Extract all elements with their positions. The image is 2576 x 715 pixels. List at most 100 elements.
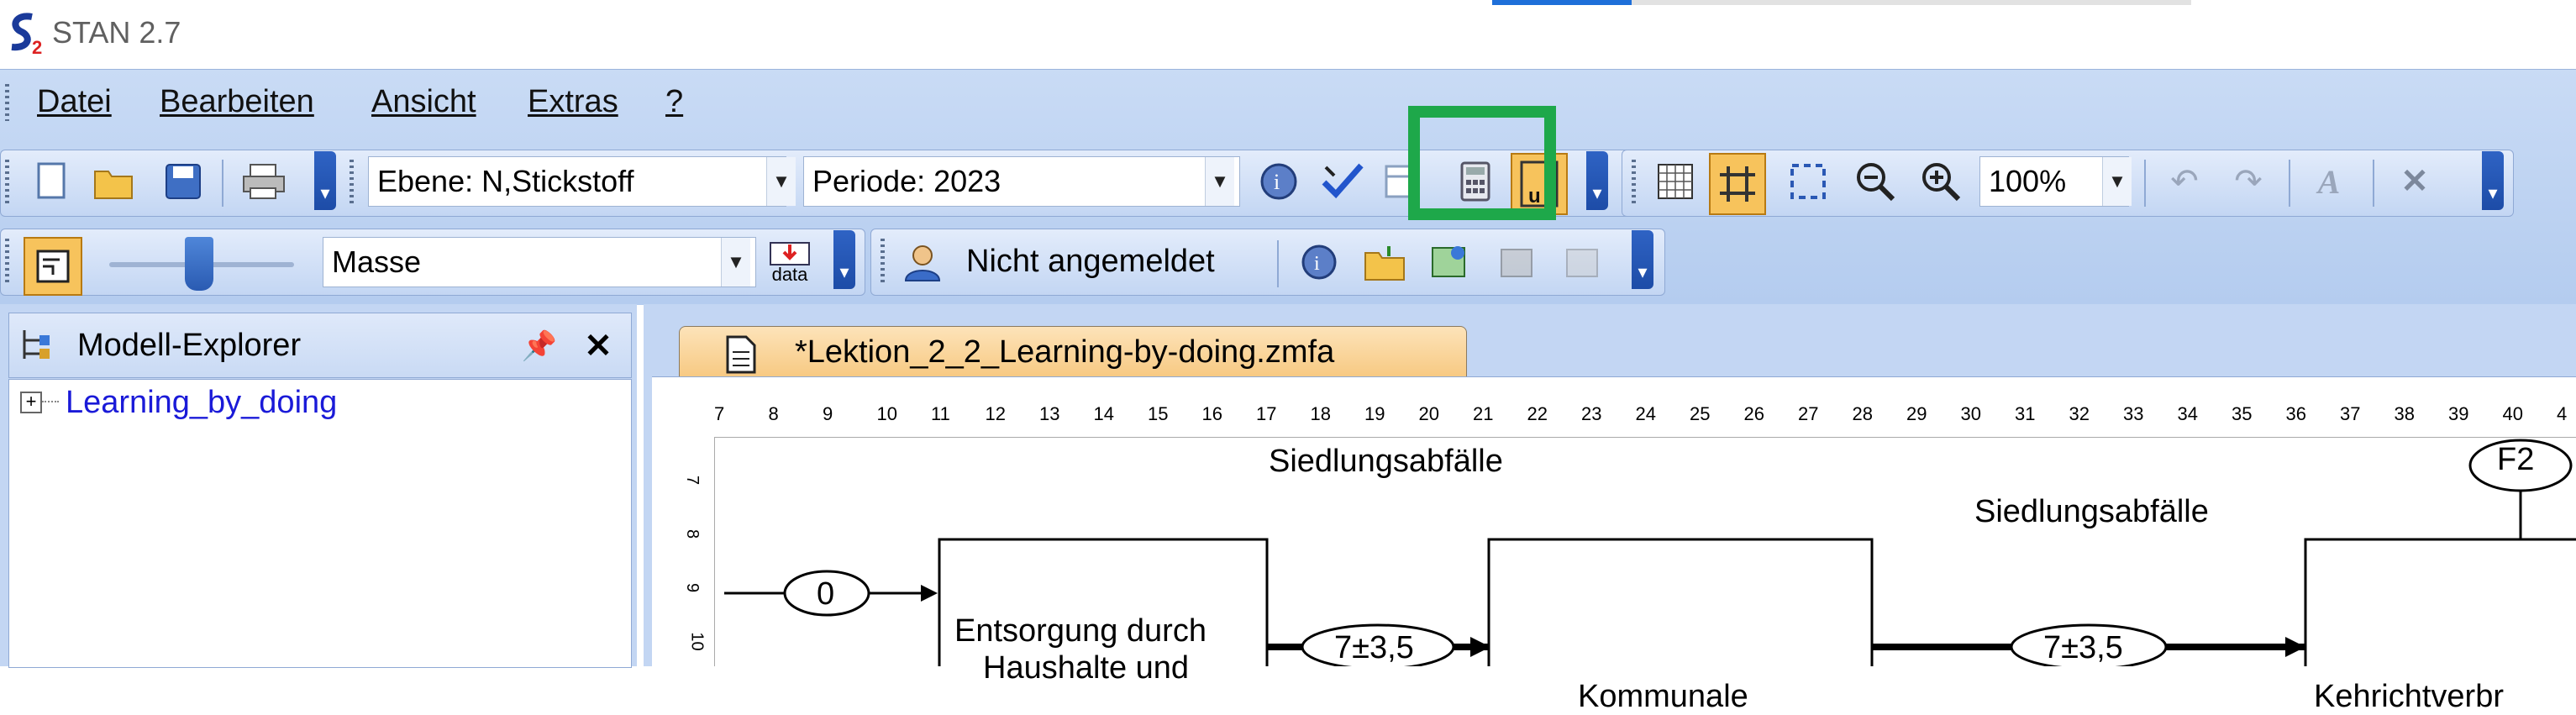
ruler-tick: 7 [714,403,725,424]
toolbar-overflow-button[interactable]: ▾ [1586,151,1608,210]
app-logo: 2 [7,12,49,58]
menu-grip[interactable] [5,84,9,121]
print-icon[interactable] [240,158,287,205]
ruler-tick: 34 [2177,403,2198,424]
toolbar-grip[interactable] [5,160,9,205]
chevron-down-icon[interactable]: ▼ [2102,157,2132,206]
explorer-tree [8,379,632,668]
vertical-ruler: 7 8 9 10 [679,437,715,666]
ruler-tick: 36 [2285,403,2306,424]
toolbar-grip[interactable] [1632,160,1636,205]
ruler-tick: 8 [768,403,779,424]
chevron-down-icon[interactable]: ▼ [766,157,796,206]
data-label: data [771,264,808,285]
ruler-tick: 23 [1581,403,1602,424]
save-icon[interactable] [160,158,207,205]
database-sync-icon[interactable] [1427,239,1474,286]
menu-datei[interactable]: Datei [37,84,112,120]
svg-text:i: i [1314,253,1320,275]
toolbar-separator [2373,160,2374,207]
document-tab-title[interactable]: *Lektion_2_2_Learning-by-doing.zmfa [795,334,1334,371]
label-siedlungsabfaelle-2: Siedlungsabfälle [1974,494,2209,529]
ruler-tick: 10 [687,632,707,651]
title-bar [0,0,2576,69]
process-3-label: Kehrichtverbr [2314,679,2504,714]
delete-icon[interactable]: ✕ [2391,158,2438,205]
menu-help[interactable]: ? [665,84,683,120]
ruler-tick: 26 [1743,403,1764,424]
menu-extras[interactable]: Extras [528,84,618,120]
lock-db-icon[interactable] [1494,239,1541,286]
toolbar-grip[interactable] [881,239,885,284]
periode-value: Periode: 2023 [812,164,1001,198]
snap-grid-icon[interactable] [1709,153,1766,215]
toolbar-overflow-button[interactable]: ▾ [1632,230,1653,289]
fit-to-page-icon[interactable] [1785,158,1832,205]
info-settings-icon[interactable]: i [1255,158,1302,205]
undo-icon[interactable]: ↶ [2161,158,2208,205]
redo-icon[interactable]: ↷ [2225,158,2272,205]
flow-view-icon[interactable] [24,237,82,296]
ebene-select[interactable]: Ebene: N,Stickstoff [368,156,786,207]
check-validate-icon[interactable] [1319,158,1366,205]
toolbar-overflow-button[interactable]: ▾ [2482,151,2504,210]
masse-select[interactable]: Masse [323,237,756,287]
info-icon[interactable]: i [1296,239,1343,286]
slider-thumb[interactable] [185,237,213,291]
zoom-in-icon[interactable] [1917,158,1964,205]
chevron-down-icon[interactable]: ▼ [721,238,750,287]
db-settings-icon[interactable] [1559,239,1606,286]
expand-icon[interactable]: + [20,392,42,413]
chevron-down-icon[interactable]: ▼ [1205,157,1234,206]
window-title: STAN 2.7 [52,15,181,50]
ruler-tick: 9 [683,582,702,593]
menu-ansicht[interactable]: Ansicht [371,84,476,120]
login-status[interactable]: Nicht angemeldet [966,244,1215,280]
ruler-tick: 37 [2340,403,2361,424]
import-data-icon[interactable]: data [766,239,813,286]
ruler-tick: 39 [2448,403,2469,424]
toolbar-grip[interactable] [5,239,9,284]
explorer-title: Modell-Explorer [77,328,302,363]
user-icon[interactable] [899,239,946,286]
ruler-tick: 28 [1852,403,1873,424]
ruler-tick: 4 [2557,403,2568,424]
flow-in-value: 0 [817,576,835,612]
tree-structure-icon [13,321,60,368]
tabstrip-active [1492,0,1632,5]
toolbar-overflow-button[interactable]: ▾ [314,151,336,210]
ruler-tick: 35 [2232,403,2253,424]
pin-icon[interactable]: 📌 [516,323,563,370]
ruler-tick: 25 [1690,403,1711,424]
ruler-tick: 38 [2394,403,2415,424]
ruler-tick: 29 [1906,403,1927,424]
process-box-3 [2304,538,2576,666]
toolbar-separator [2144,160,2146,207]
open-folder-icon[interactable] [91,158,138,205]
toolbar-separator [222,160,223,207]
text-style-icon[interactable]: A [2305,158,2353,205]
zoom-out-icon[interactable] [1852,158,1899,205]
close-icon[interactable]: ✕ [575,323,622,370]
grid-icon[interactable] [1652,158,1699,205]
ruler-tick: 17 [1256,403,1277,424]
ruler-tick: 30 [1960,403,1981,424]
toolbar-separator [1277,240,1279,287]
ruler-tick: 13 [1039,403,1060,424]
periode-select[interactable]: Periode: 2023 [803,156,1240,207]
tree-item-root[interactable]: Learning_by_doing [66,385,337,421]
menu-bearbeiten[interactable]: Bearbeiten [160,84,314,120]
zoom-value: 100% [1989,164,2067,198]
flow-1-value: 7±3,5 [1334,630,1414,665]
ruler-tick: 15 [1148,403,1169,424]
process-box-2 [1487,538,1874,666]
folder-upload-icon[interactable] [1361,239,1408,286]
toolbar-overflow-button[interactable]: ▾ [833,230,855,289]
ruler-tick: 14 [1093,403,1114,424]
toolbar-grip[interactable] [350,160,354,205]
label-siedlungsabfaelle-1: Siedlungsabfälle [1269,444,1503,479]
new-file-icon[interactable] [29,158,76,205]
ebene-value: Ebene: N,Stickstoff [377,164,634,198]
process-1-label: Entsorgung durch [954,613,1207,649]
ruler-tick: 22 [1527,403,1548,424]
